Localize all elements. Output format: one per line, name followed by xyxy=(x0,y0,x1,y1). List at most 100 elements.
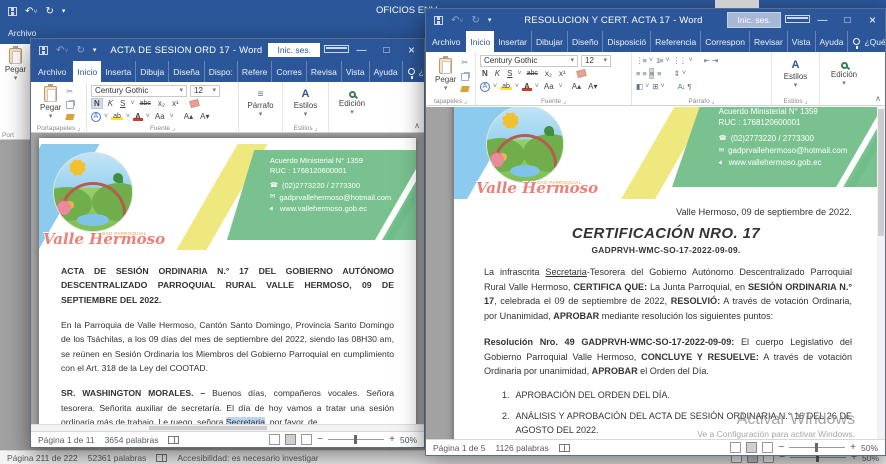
zoom-level[interactable]: 50% xyxy=(400,435,417,445)
shrink-font-icon[interactable]: A▾ xyxy=(586,82,599,91)
multilevel-list-icon[interactable]: ⋮⋮ xyxy=(673,56,686,65)
tab-archivo[interactable]: Archivo xyxy=(426,31,466,52)
paste-button[interactable]: Pegar▾ xyxy=(430,54,461,95)
bold-button[interactable]: N xyxy=(480,69,490,78)
tab-insertar[interactable]: Inserta xyxy=(101,61,136,82)
undo-icon[interactable]: ↶˅ xyxy=(451,15,463,26)
bg-word-count[interactable]: 52361 palabras xyxy=(88,453,147,463)
shrink-font-icon[interactable]: A▾ xyxy=(198,112,211,121)
close-button[interactable]: × xyxy=(860,13,885,27)
tab-disposicion[interactable]: Dispo: xyxy=(205,61,238,82)
font-name-select[interactable]: Century Gothic▾ xyxy=(480,55,578,67)
grow-font-icon[interactable]: A▴ xyxy=(182,112,195,121)
line-spacing-icon[interactable]: ⇕ xyxy=(674,69,679,78)
change-case-icon[interactable]: Aa xyxy=(542,82,556,91)
underline-button[interactable]: S xyxy=(118,99,127,108)
justify-icon[interactable]: ≡ xyxy=(657,69,660,78)
tell-me-label[interactable]: ¿Qué des xyxy=(419,67,424,77)
collapse-ribbon-icon[interactable]: ∧ xyxy=(414,121,420,130)
underline-options-icon[interactable]: ˅ xyxy=(130,100,134,107)
font-size-select[interactable]: 12▾ xyxy=(190,85,220,97)
page-status[interactable]: Página 1 de 11 xyxy=(38,435,95,445)
tab-correspondencia[interactable]: Corres xyxy=(272,61,307,82)
ribbon-display-options-icon[interactable] xyxy=(785,15,810,26)
increase-indent-icon[interactable]: ⇥ xyxy=(712,56,717,65)
tab-referencias[interactable]: Referencia xyxy=(651,31,701,52)
ribbon-display-options-icon[interactable] xyxy=(324,45,349,56)
read-mode-button[interactable] xyxy=(730,442,741,453)
paragraph-group-button[interactable]: ≡ Párrafo▾ xyxy=(243,84,278,122)
subscript-button[interactable]: x₂ xyxy=(156,99,167,108)
strikethrough-button[interactable]: abc xyxy=(138,100,153,107)
print-layout-button[interactable] xyxy=(746,442,757,453)
cert-page[interactable]: Acuerdo Ministerial N° 1359 RUC : 176812… xyxy=(454,107,878,441)
save-icon[interactable] xyxy=(39,46,48,55)
proofing-icon[interactable] xyxy=(156,454,167,462)
cert-titlebar[interactable]: ↶˅ ↻ ▾ RESOLUCION Y CERT. ACTA 17 - Word… xyxy=(426,9,885,31)
borders-icon[interactable]: ⊞ xyxy=(652,82,657,91)
zoom-in-button[interactable]: + xyxy=(850,442,856,453)
cut-icon[interactable]: ✂ xyxy=(461,57,469,68)
superscript-button[interactable]: x¹ xyxy=(557,69,568,78)
customize-quick-access-icon[interactable]: ▾ xyxy=(93,46,97,54)
superscript-button[interactable]: x¹ xyxy=(170,99,181,108)
read-mode-button[interactable] xyxy=(269,434,280,445)
align-center-icon[interactable]: ≡ xyxy=(642,69,645,78)
copy-icon[interactable] xyxy=(461,73,469,81)
minimize-button[interactable]: — xyxy=(349,45,374,56)
page-status[interactable]: Página 1 de 5 xyxy=(433,443,485,453)
tell-me-icon[interactable] xyxy=(408,68,415,75)
format-painter-icon[interactable] xyxy=(461,86,471,92)
tab-ayuda[interactable]: Ayuda xyxy=(370,61,403,82)
zoom-in-button[interactable]: + xyxy=(389,434,395,445)
undo-icon[interactable]: ↶˅ xyxy=(56,45,68,56)
pilcrow-icon[interactable]: ¶ xyxy=(687,82,690,91)
tab-correspondencia[interactable]: Correspon xyxy=(701,31,750,52)
word-count[interactable]: 1126 palabras xyxy=(495,443,548,453)
zoom-slider[interactable] xyxy=(790,457,846,458)
highlight-color-icon[interactable]: ab xyxy=(111,113,123,120)
tab-dibujar[interactable]: Dibujar xyxy=(532,31,568,52)
font-name-select[interactable]: Century Gothic▾ xyxy=(91,85,187,97)
proofing-icon[interactable] xyxy=(559,444,570,452)
zoom-slider[interactable] xyxy=(328,439,384,440)
maximize-button[interactable]: □ xyxy=(374,45,399,56)
horizontal-scrollbar[interactable] xyxy=(31,424,424,431)
zoom-level[interactable]: 50% xyxy=(861,443,878,453)
font-color-icon[interactable]: A xyxy=(522,82,532,91)
strikethrough-button[interactable]: abc xyxy=(525,70,540,77)
grow-font-icon[interactable]: A▴ xyxy=(570,82,583,91)
redo-icon[interactable]: ↻ xyxy=(471,15,479,26)
collapse-ribbon-icon[interactable]: ∧ xyxy=(875,94,881,103)
font-size-select[interactable]: 12▾ xyxy=(581,55,611,67)
subscript-button[interactable]: x₂ xyxy=(543,69,554,78)
tab-referencias[interactable]: Refere xyxy=(238,61,273,82)
tab-ayuda[interactable]: Ayuda xyxy=(816,31,849,52)
vertical-scrollbar[interactable] xyxy=(877,107,885,441)
undo-icon[interactable]: ↶˅ xyxy=(25,6,37,17)
tab-vista[interactable]: Vista xyxy=(342,61,370,82)
redo-icon[interactable]: ↻ xyxy=(76,45,84,56)
bg-accessibility-status[interactable]: Accesibilidad: es necesario investigar xyxy=(177,453,318,463)
minimize-button[interactable]: — xyxy=(810,15,835,26)
underline-button[interactable]: S xyxy=(505,69,514,78)
decrease-indent-icon[interactable]: ⇤ xyxy=(704,56,709,65)
acta-titlebar[interactable]: ↶˅ ↻ ▾ ACTA DE SESION ORD 17 - Word Inic… xyxy=(31,39,424,61)
editing-button[interactable]: Edición▾ xyxy=(824,54,864,95)
tell-me-icon[interactable] xyxy=(853,38,860,45)
underline-options-icon[interactable]: ˅ xyxy=(517,70,521,77)
tab-vista[interactable]: Vista xyxy=(788,31,816,52)
tab-dibujar[interactable]: Dibuja xyxy=(136,61,169,82)
cut-icon[interactable]: ✂ xyxy=(66,86,74,97)
tab-inicio[interactable]: Inicio xyxy=(466,31,494,52)
customize-quick-access-icon[interactable]: ▾ xyxy=(62,7,66,15)
tab-diseno[interactable]: Diseño xyxy=(568,31,603,52)
web-layout-button[interactable] xyxy=(301,434,312,445)
text-effects-icon[interactable]: A xyxy=(91,112,101,122)
italic-button[interactable]: K xyxy=(106,99,115,108)
zoom-slider[interactable] xyxy=(789,447,845,448)
zoom-out-button[interactable]: − xyxy=(317,434,323,445)
tell-me-label[interactable]: ¿Qué des xyxy=(864,37,885,47)
signin-button[interactable]: Inic. ses. xyxy=(268,43,320,57)
bg-page-status[interactable]: Página 211 de 222 xyxy=(7,453,78,463)
